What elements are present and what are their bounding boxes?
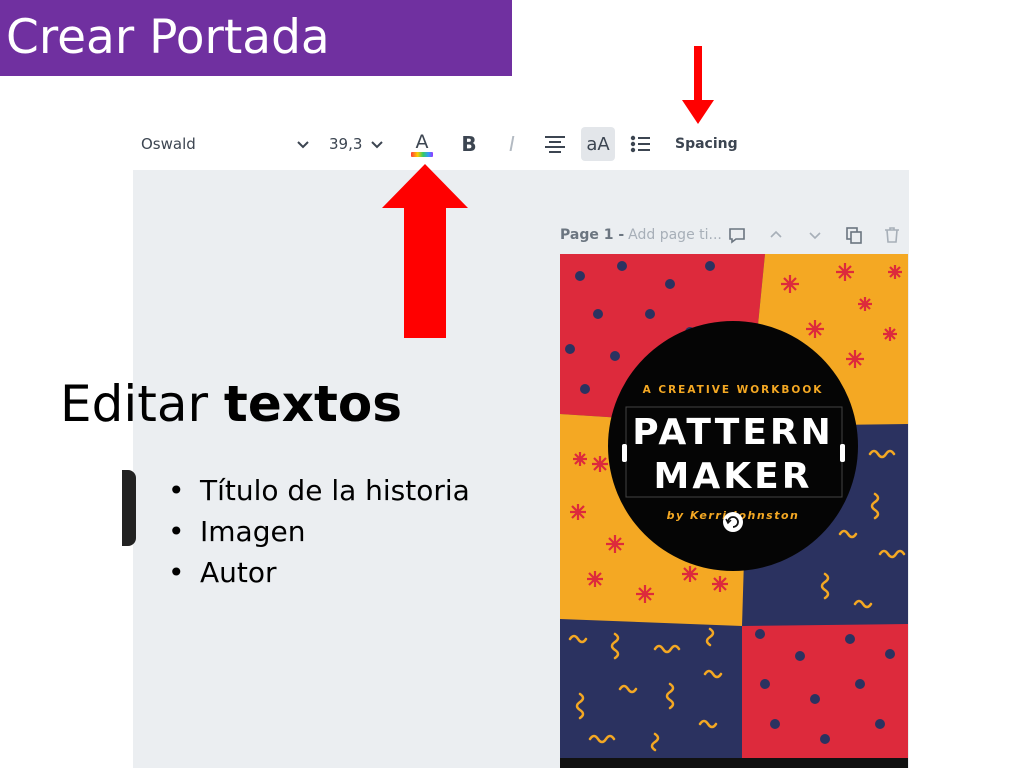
slide-title: Crear Portada <box>0 0 512 76</box>
chevron-down-icon <box>371 141 383 149</box>
section-heading: Editar textos <box>60 375 402 433</box>
heading-bold: textos <box>223 375 402 433</box>
page-header: Page 1 - Add page ti... <box>560 222 908 248</box>
list-button[interactable] <box>624 118 658 170</box>
font-name: Oswald <box>141 135 196 153</box>
cover-title-line2[interactable]: MAKER <box>654 456 813 497</box>
italic-button[interactable]: I <box>495 118 529 170</box>
italic-icon: I <box>509 132 515 156</box>
chevron-down-icon <box>297 141 309 149</box>
heading-regular: Editar <box>60 375 224 433</box>
list-item: Título de la historia <box>168 470 470 511</box>
cover-artwork: A CREATIVE WORKBOOK PATTERN MAKER by Ker… <box>560 254 908 768</box>
text-color-icon: A <box>411 131 433 157</box>
list-item: Imagen <box>168 511 470 552</box>
copy-icon[interactable] <box>845 226 863 244</box>
bullet-list: Título de la historia Imagen Autor <box>168 470 470 593</box>
font-size-dropdown[interactable]: 39,3 <box>329 118 385 170</box>
letter-case-button[interactable]: aA <box>581 127 615 161</box>
page-title-input[interactable]: Add page ti... <box>628 227 722 243</box>
down-arrow-annotation <box>682 46 714 124</box>
case-icon: aA <box>586 133 610 155</box>
align-button[interactable] <box>538 118 572 170</box>
bold-icon: B <box>461 132 477 156</box>
chevron-down-icon[interactable] <box>806 226 824 244</box>
rotate-icon[interactable] <box>723 512 743 532</box>
comment-icon[interactable] <box>728 226 746 244</box>
sidebar-collapse-tab[interactable] <box>122 470 136 546</box>
list-item: Autor <box>168 552 470 593</box>
svg-text:A: A <box>416 131 429 153</box>
page-label: Page 1 - <box>560 227 625 243</box>
book-cover-design[interactable]: A CREATIVE WORKBOOK PATTERN MAKER by Ker… <box>560 254 908 768</box>
cover-subtitle: A CREATIVE WORKBOOK <box>643 384 824 396</box>
font-size-value: 39,3 <box>329 135 363 153</box>
trash-icon[interactable] <box>883 226 901 244</box>
cover-title-line1[interactable]: PATTERN <box>632 412 834 453</box>
text-toolbar: Oswald 39,3 A B I aA Spacing <box>133 118 909 171</box>
list-icon <box>630 135 650 153</box>
up-arrow-annotation <box>382 164 468 338</box>
font-family-dropdown[interactable]: Oswald <box>141 118 311 170</box>
chevron-up-icon[interactable] <box>767 226 785 244</box>
align-center-icon <box>545 136 565 153</box>
